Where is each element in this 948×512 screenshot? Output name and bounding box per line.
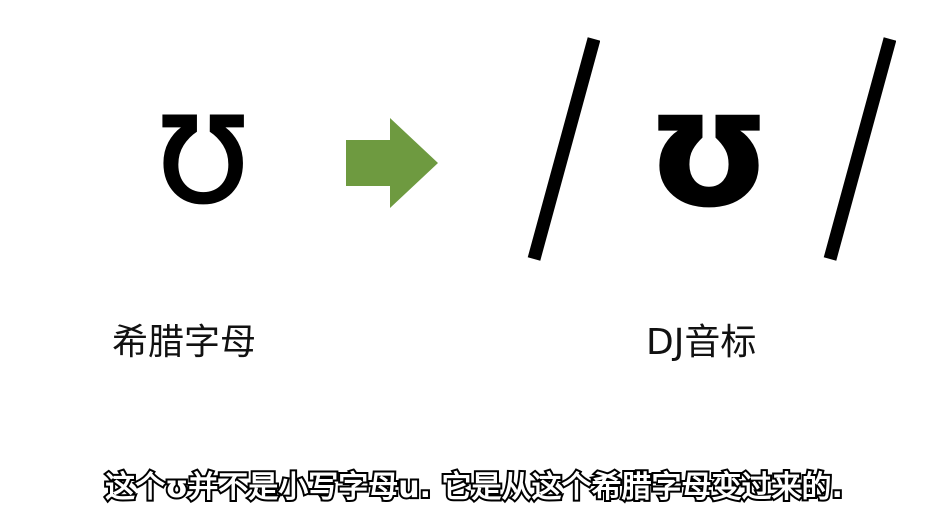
ipa-symbol: ʊ	[520, 35, 900, 265]
slash-left-icon	[527, 37, 600, 261]
video-subtitle: 这个ʊ并不是小写字母u. 它是从这个希腊字母变过来的.	[103, 468, 845, 507]
greek-letter-glyph: ʊ	[153, 53, 253, 240]
greek-letter-label: 希腊字母	[112, 322, 257, 363]
slash-right-icon	[823, 37, 896, 261]
dj-phonetic-label: DJ音标	[646, 322, 757, 363]
ipa-upsilon-glyph: ʊ	[645, 52, 773, 244]
arrow-right-icon	[346, 118, 438, 208]
